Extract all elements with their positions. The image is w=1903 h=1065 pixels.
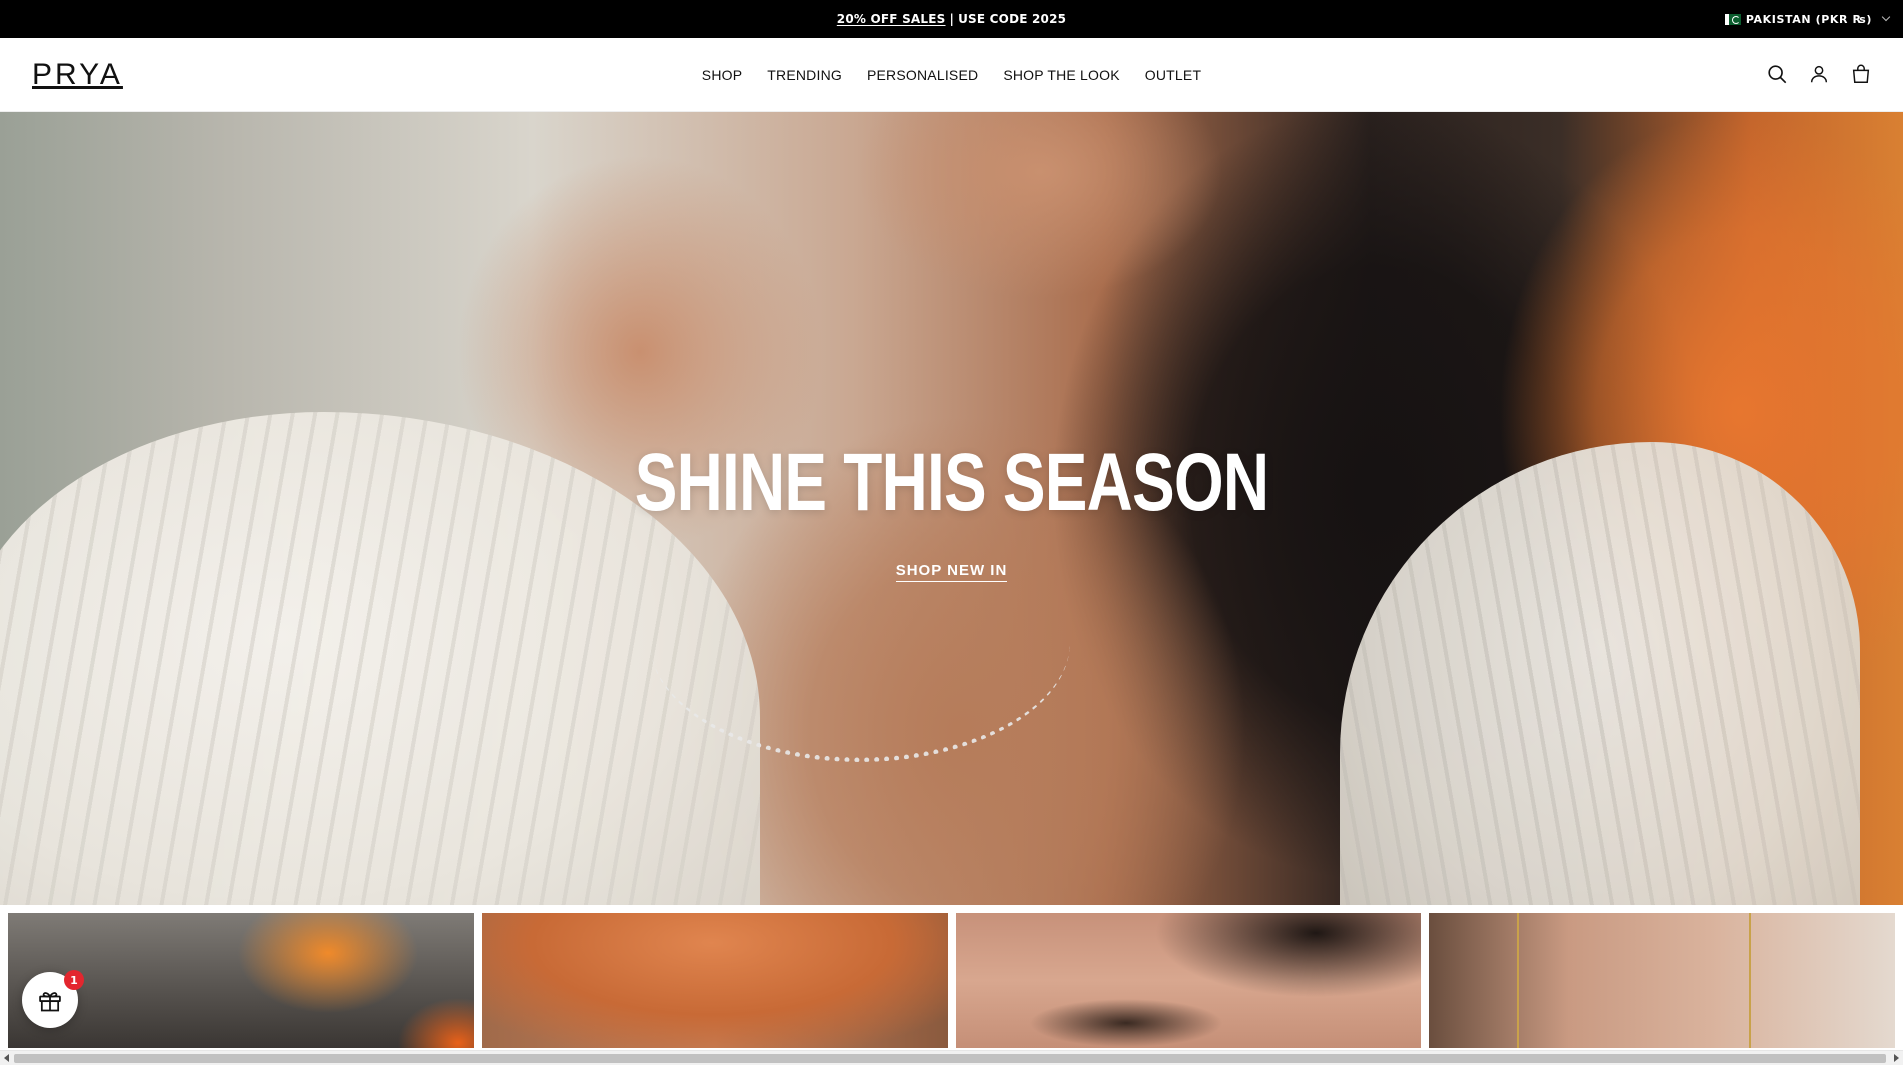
promo-link[interactable]: 20% OFF SALES bbox=[837, 12, 946, 26]
nav-item-personalised[interactable]: PERSONALISED bbox=[867, 67, 978, 83]
country-selector-label: PAKISTAN (PKR ₨) bbox=[1745, 12, 1872, 26]
main-nav: SHOP TRENDING PERSONALISED SHOP THE LOOK… bbox=[0, 38, 1903, 112]
collection-tile[interactable] bbox=[481, 913, 948, 1048]
announcement-separator: | bbox=[949, 12, 955, 26]
hero-image-necklace bbox=[650, 522, 1070, 762]
scrollbar-thumb[interactable] bbox=[14, 1054, 1886, 1063]
gift-icon bbox=[39, 992, 61, 1012]
collection-tiles bbox=[8, 913, 1895, 1048]
account-icon[interactable] bbox=[1807, 62, 1831, 86]
country-selector[interactable]: PAKISTAN (PKR ₨) bbox=[1724, 0, 1891, 38]
gift-badge-count: 1 bbox=[64, 970, 84, 990]
horizontal-scrollbar[interactable] bbox=[0, 1050, 1903, 1065]
nav-item-shop[interactable]: SHOP bbox=[702, 67, 742, 83]
promo-code-text: USE CODE 2025 bbox=[958, 12, 1067, 26]
pakistan-flag-icon bbox=[1724, 13, 1741, 25]
collection-tile[interactable] bbox=[1429, 913, 1895, 1048]
announcement-bar: 20% OFF SALES | USE CODE 2025 PAKISTAN (… bbox=[0, 0, 1903, 38]
hero-title: SHINE THIS SEASON bbox=[634, 437, 1269, 528]
header-icons bbox=[1765, 62, 1873, 86]
scroll-right-arrow-icon[interactable] bbox=[1894, 1054, 1899, 1062]
scroll-left-arrow-icon[interactable] bbox=[4, 1054, 9, 1062]
nav-item-trending[interactable]: TRENDING bbox=[767, 67, 842, 83]
search-icon[interactable] bbox=[1765, 62, 1789, 86]
hero-cta-wrap: SHOP NEW IN bbox=[0, 560, 1903, 582]
nav-item-shop-the-look[interactable]: SHOP THE LOOK bbox=[1003, 67, 1119, 83]
site-header: PRYA SHOP TRENDING PERSONALISED SHOP THE… bbox=[0, 38, 1903, 112]
cart-icon[interactable] bbox=[1849, 62, 1873, 86]
brand-logo[interactable]: PRYA bbox=[32, 58, 123, 92]
nav-item-outlet[interactable]: OUTLET bbox=[1145, 67, 1201, 83]
chevron-down-icon bbox=[1881, 12, 1891, 22]
shop-new-in-link[interactable]: SHOP NEW IN bbox=[895, 562, 1008, 582]
collection-tile[interactable] bbox=[955, 913, 1422, 1048]
